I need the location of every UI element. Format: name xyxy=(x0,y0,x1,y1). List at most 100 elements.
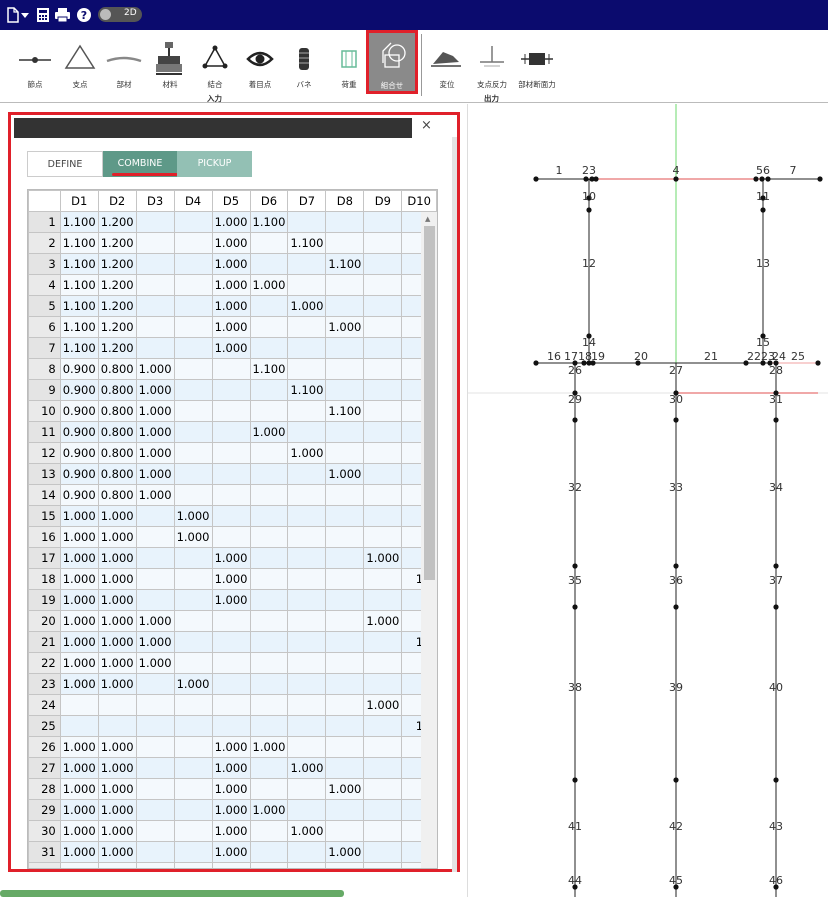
factor-cell[interactable] xyxy=(249,232,289,254)
factor-cell[interactable] xyxy=(173,253,213,275)
factor-cell[interactable] xyxy=(287,568,327,590)
factor-cell[interactable] xyxy=(173,400,213,422)
factor-cell[interactable]: 1.100 xyxy=(325,400,365,422)
tool-support[interactable]: 支点 xyxy=(62,30,98,94)
factor-cell[interactable] xyxy=(287,211,327,233)
factor-cell[interactable]: 1.000 xyxy=(211,568,251,590)
factor-cell[interactable] xyxy=(173,568,213,590)
factor-cell[interactable] xyxy=(363,274,403,296)
factor-cell[interactable] xyxy=(135,799,175,821)
factor-cell[interactable]: 0.800 xyxy=(97,358,137,380)
factor-cell[interactable]: 1.000 xyxy=(211,547,251,569)
factor-cell[interactable] xyxy=(211,673,251,695)
factor-cell[interactable]: 1.000 xyxy=(59,820,99,842)
factor-cell[interactable]: 1.200 xyxy=(97,232,137,254)
factor-cell[interactable]: 0.900 xyxy=(59,358,99,380)
factor-cell[interactable] xyxy=(173,295,213,317)
factor-cell[interactable]: 1.000 xyxy=(97,757,137,779)
factor-cell[interactable]: 1.000 xyxy=(363,694,403,716)
factor-cell[interactable] xyxy=(135,295,175,317)
factor-cell[interactable]: 1.000 xyxy=(59,652,99,674)
factor-cell[interactable]: 1.000 xyxy=(59,547,99,569)
factor-cell[interactable] xyxy=(135,253,175,275)
factor-cell[interactable]: 1.000 xyxy=(135,421,175,443)
factor-cell[interactable] xyxy=(211,463,251,485)
tool-load[interactable]: 荷重 xyxy=(331,30,367,94)
factor-cell[interactable] xyxy=(363,526,403,548)
factor-cell[interactable]: 1.000 xyxy=(59,757,99,779)
factor-cell[interactable] xyxy=(249,631,289,653)
factor-cell[interactable]: 1.000 xyxy=(211,274,251,296)
factor-cell[interactable] xyxy=(249,610,289,632)
model-canvas[interactable]: 1 23 4 56 7 10 11 12 13 14 15 16 1718 19 20 21 22 23 24 25 2… xyxy=(467,104,828,897)
factor-cell[interactable]: 1.000 xyxy=(59,589,99,611)
factor-cell[interactable]: 1.000 xyxy=(59,841,99,863)
factor-cell[interactable]: 1.000 xyxy=(59,631,99,653)
factor-cell[interactable] xyxy=(287,694,327,716)
factor-cell[interactable] xyxy=(363,568,403,590)
factor-cell[interactable] xyxy=(325,421,365,443)
factor-cell[interactable] xyxy=(173,337,213,359)
factor-cell[interactable] xyxy=(249,253,289,275)
factor-cell[interactable] xyxy=(325,526,365,548)
factor-cell[interactable] xyxy=(211,862,251,868)
factor-cell[interactable] xyxy=(287,337,327,359)
factor-cell[interactable]: 1.000 xyxy=(211,232,251,254)
factor-cell[interactable] xyxy=(363,442,403,464)
factor-cell[interactable] xyxy=(249,379,289,401)
scroll-up-arrow-icon[interactable]: ▲ xyxy=(425,215,430,223)
factor-cell[interactable]: 1.000 xyxy=(211,316,251,338)
factor-cell[interactable] xyxy=(249,295,289,317)
factor-cell[interactable] xyxy=(325,757,365,779)
factor-cell[interactable] xyxy=(173,610,213,632)
factor-cell[interactable]: 1.200 xyxy=(97,295,137,317)
factor-cell[interactable] xyxy=(287,400,327,422)
factor-cell[interactable] xyxy=(249,526,289,548)
factor-cell[interactable] xyxy=(363,736,403,758)
factor-cell[interactable] xyxy=(325,589,365,611)
factor-cell[interactable] xyxy=(325,274,365,296)
factor-cell[interactable]: 1.100 xyxy=(59,337,99,359)
factor-cell[interactable] xyxy=(363,253,403,275)
factor-cell[interactable] xyxy=(249,505,289,527)
factor-cell[interactable]: 1.000 xyxy=(211,589,251,611)
factor-cell[interactable]: 1.000 xyxy=(325,841,365,863)
factor-cell[interactable] xyxy=(287,526,327,548)
factor-cell[interactable] xyxy=(59,694,99,716)
factor-cell[interactable] xyxy=(249,463,289,485)
factor-cell[interactable]: 1.000 xyxy=(249,799,289,821)
factor-cell[interactable]: 1.000 xyxy=(97,841,137,863)
factor-cell[interactable]: 1.000 xyxy=(287,295,327,317)
factor-cell[interactable] xyxy=(363,715,403,737)
factor-cell[interactable] xyxy=(287,631,327,653)
factor-cell[interactable] xyxy=(325,610,365,632)
tool-displacement[interactable]: 変位 xyxy=(429,30,465,94)
factor-cell[interactable]: 1.000 xyxy=(135,652,175,674)
factor-cell[interactable] xyxy=(173,463,213,485)
factor-cell[interactable]: 1.000 xyxy=(97,547,137,569)
factor-cell[interactable] xyxy=(363,211,403,233)
factor-cell[interactable]: 1.000 xyxy=(211,799,251,821)
factor-cell[interactable]: 1.000 xyxy=(325,778,365,800)
factor-cell[interactable] xyxy=(173,778,213,800)
factor-cell[interactable]: 1.000 xyxy=(211,736,251,758)
factor-cell[interactable]: 1.000 xyxy=(211,337,251,359)
factor-cell[interactable]: 1.000 xyxy=(173,673,213,695)
factor-cell[interactable] xyxy=(287,736,327,758)
factor-cell[interactable]: 1.000 xyxy=(59,673,99,695)
factor-cell[interactable] xyxy=(211,400,251,422)
factor-cell[interactable] xyxy=(173,484,213,506)
factor-cell[interactable]: 1.000 xyxy=(97,673,137,695)
horizontal-scrollbar[interactable] xyxy=(0,890,344,897)
factor-cell[interactable]: 1.000 xyxy=(97,610,137,632)
factor-cell[interactable] xyxy=(249,589,289,611)
factor-cell[interactable]: 0.900 xyxy=(59,463,99,485)
factor-cell[interactable] xyxy=(325,337,365,359)
tab-define[interactable]: DEFINE xyxy=(27,151,103,177)
factor-cell[interactable]: 1.000 xyxy=(135,610,175,632)
factor-cell[interactable] xyxy=(173,715,213,737)
factor-cell[interactable] xyxy=(59,715,99,737)
factor-cell[interactable] xyxy=(135,673,175,695)
factor-cell[interactable] xyxy=(173,631,213,653)
factor-cell[interactable] xyxy=(135,568,175,590)
